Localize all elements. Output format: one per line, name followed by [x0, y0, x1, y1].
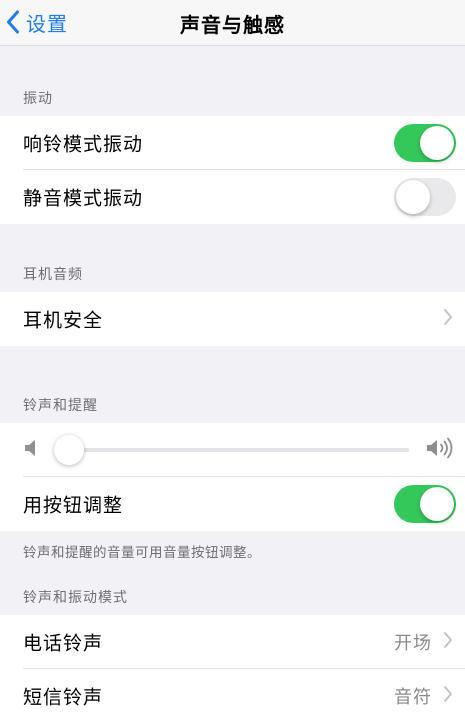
- section-header-vibration: 振动: [23, 91, 53, 107]
- headphone-safety-row[interactable]: 耳机安全: [0, 292, 465, 346]
- slider-thumb[interactable]: [53, 435, 84, 465]
- toggle-knob: [420, 126, 454, 160]
- ringtone-row[interactable]: 电话铃声 开场: [0, 615, 465, 669]
- toggle-knob: [420, 487, 454, 521]
- ringer-footer-note: 铃声和提醒的音量可用音量按钮调整。: [23, 545, 261, 561]
- silent-vibrate-row: 静音模式振动: [0, 170, 465, 224]
- text-tone-row[interactable]: 短信铃声 音符: [0, 669, 465, 723]
- navigation-bar: 设置 声音与触感: [0, 0, 465, 46]
- ring-vibrate-label: 响铃模式振动: [23, 133, 144, 156]
- ringer-volume-slider[interactable]: [53, 435, 409, 465]
- section-header-sound-patterns: 铃声和振动模式: [23, 590, 128, 606]
- page-title: 声音与触感: [180, 13, 285, 37]
- text-tone-value: 音符: [394, 687, 432, 708]
- change-with-buttons-toggle[interactable]: [394, 485, 456, 523]
- ring-vibrate-row: 响铃模式振动: [0, 116, 465, 170]
- headphone-safety-label: 耳机安全: [23, 309, 104, 332]
- toggle-knob: [396, 180, 430, 214]
- chevron-right-icon: [443, 631, 453, 653]
- silent-vibrate-label: 静音模式振动: [23, 187, 144, 210]
- change-with-buttons-row: 用按钮调整: [0, 477, 465, 531]
- ring-vibrate-toggle[interactable]: [394, 124, 456, 162]
- section-header-headphone-audio: 耳机音频: [23, 267, 83, 283]
- speaker-low-icon: [23, 438, 39, 462]
- text-tone-label: 短信铃声: [23, 686, 104, 709]
- section-header-ringers-alerts: 铃声和提醒: [23, 398, 98, 414]
- ringer-volume-row: [0, 423, 465, 477]
- ringtone-label: 电话铃声: [23, 632, 104, 655]
- silent-vibrate-toggle[interactable]: [394, 178, 456, 216]
- ringtone-value: 开场: [394, 633, 432, 654]
- chevron-right-icon: [443, 308, 453, 330]
- speaker-high-icon: [425, 436, 455, 464]
- chevron-right-icon: [443, 685, 453, 707]
- change-with-buttons-label: 用按钮调整: [23, 494, 124, 517]
